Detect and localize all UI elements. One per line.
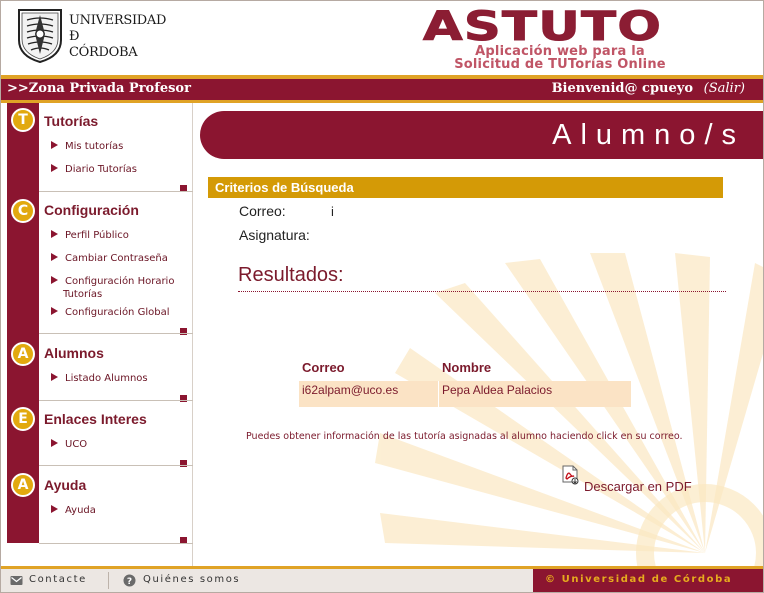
subject-criteria-label: Asignatura: [239, 227, 310, 243]
info-icon: ? [123, 574, 136, 587]
results-table: Correo Nombre i62alpam@uco.es Pepa Aldea… [299, 355, 632, 407]
sidebar-item-label: Configuración Horario [65, 276, 175, 287]
search-criteria-header: Criterios de Búsqueda [208, 177, 723, 198]
uco-logo-icon [18, 9, 62, 64]
bullet-arrow-icon [51, 439, 58, 447]
university-line3: CÓRDOBA [69, 45, 138, 60]
footer-copyright-block: © Universidad de Córdoba [533, 569, 763, 592]
university-line2: Ð [69, 29, 80, 44]
bullet-arrow-icon [51, 253, 58, 261]
download-pdf-link[interactable]: Descargar en PDF [584, 479, 692, 494]
sidebar-item-cambiar-contrasena[interactable]: Cambiar Contraseña [51, 252, 168, 265]
section-separator [39, 333, 193, 334]
tutorias-section-icon: T [11, 108, 35, 132]
sidebar-item-ayuda[interactable]: Ayuda [51, 504, 96, 517]
bullet-arrow-icon [51, 230, 58, 238]
about-link[interactable]: Quiénes somos [143, 574, 240, 585]
results-title: Resultados: [238, 264, 344, 286]
sidebar-item-listado-alumnos[interactable]: Listado Alumnos [51, 372, 148, 385]
university-line1: UNIVERSIDAD [69, 13, 167, 28]
page: UNIVERSIDAD Ð CÓRDOBA ASTUTO Aplicación … [0, 0, 764, 593]
enlaces-section-icon: E [11, 407, 35, 431]
student-name-cell: Pepa Aldea Palacios [439, 381, 632, 407]
configuracion-section-icon: C [11, 199, 35, 223]
ayuda-section-icon: A [11, 473, 35, 497]
university-name: UNIVERSIDAD Ð CÓRDOBA [69, 13, 166, 61]
sidebar-item-uco[interactable]: UCO [51, 438, 87, 451]
topbar: >>Zona Privada Profesor Bienvenid@ cpuey… [1, 79, 763, 100]
mail-icon [10, 576, 23, 585]
sidebar-section-tutorias[interactable]: Tutorías [44, 113, 98, 129]
welcome-text: Bienvenid@ cpueyo [551, 81, 693, 96]
sidebar-item-label: Ayuda [65, 505, 96, 516]
column-header-correo: Correo [302, 360, 345, 375]
sidebar-item-label: UCO [65, 439, 88, 450]
sidebar-item-perfil-publico[interactable]: Perfil Público [51, 229, 129, 242]
sidebar-item-label: Listado Alumnos [65, 373, 148, 384]
section-separator [39, 400, 193, 401]
column-header-nombre: Nombre [442, 360, 492, 375]
table-header-row: Correo Nombre [299, 355, 632, 381]
app-subtitle-line2: Solicitud de TUTorías Online [454, 57, 666, 72]
contact-link[interactable]: Contacte [29, 574, 87, 585]
sidebar-item-label: Configuración Global [65, 307, 170, 318]
bullet-arrow-icon [51, 276, 58, 284]
sidebar-item-label: Perfil Público [65, 230, 129, 241]
svg-text:?: ? [127, 577, 132, 587]
sidebar-item-configuracion-global[interactable]: Configuración Global [51, 306, 169, 319]
zone-label: >>Zona Privada Profesor [7, 81, 191, 96]
section-separator [39, 465, 193, 466]
bullet-arrow-icon [51, 141, 58, 149]
bullet-arrow-icon [51, 307, 58, 315]
sidebar-item-label: Diario Tutorías [65, 164, 137, 175]
header: UNIVERSIDAD Ð CÓRDOBA ASTUTO Aplicación … [1, 1, 763, 78]
footer: Contacte ? Quiénes somos © Universidad d… [1, 569, 763, 592]
sidebar-item-label-continuation: Tutorías [63, 289, 103, 300]
sidebar-item-mis-tutorias[interactable]: Mis tutorías [51, 140, 123, 153]
sidebar-item-label: Mis tutorías [65, 141, 124, 152]
logout-link[interactable]: (Salir) [704, 81, 745, 96]
sidebar-section-ayuda[interactable]: Ayuda [44, 477, 86, 493]
copyright-text: © Universidad de Córdoba [545, 574, 733, 585]
sidebar-item-diario-tutorias[interactable]: Diario Tutorías [51, 163, 137, 176]
email-criteria-label: Correo: [239, 203, 286, 219]
info-message: Puedes obtener información de las tutorí… [246, 431, 683, 442]
page-title-banner: Alumno/s [200, 111, 763, 159]
page-title: Alumno/s [552, 119, 745, 151]
sidebar: T Tutorías Mis tutorías Diario Tutorías … [1, 103, 195, 566]
sidebar-item-label: Cambiar Contraseña [65, 253, 168, 264]
section-separator [39, 543, 193, 544]
sidebar-section-enlaces[interactable]: Enlaces Interes [44, 411, 147, 427]
sidebar-divider [192, 103, 193, 566]
results-divider [238, 291, 726, 292]
student-email-link[interactable]: i62alpam@uco.es [299, 381, 439, 407]
footer-divider [108, 572, 109, 589]
search-criteria-title: Criterios de Búsqueda [215, 180, 354, 195]
sidebar-section-alumnos[interactable]: Alumnos [44, 345, 104, 361]
main-content: Alumno/s Criterios de Búsqueda Correo: i… [195, 103, 763, 566]
background-sunburst-watermark [375, 253, 763, 566]
bullet-arrow-icon [51, 373, 58, 381]
app-subtitle: Aplicación web para la Solicitud de TUTo… [405, 45, 715, 71]
sidebar-section-configuracion[interactable]: Configuración [44, 202, 139, 218]
table-row: i62alpam@uco.es Pepa Aldea Palacios [299, 381, 632, 407]
alumnos-section-icon: A [11, 342, 35, 366]
bullet-arrow-icon [51, 505, 58, 513]
app-title: ASTUTO [422, 4, 663, 50]
email-criteria-value: i [331, 204, 334, 219]
sidebar-item-configuracion-horario[interactable]: Configuración Horario Tutorías [51, 275, 174, 301]
bullet-arrow-icon [51, 164, 58, 172]
pdf-icon[interactable] [562, 465, 579, 485]
section-separator [39, 191, 193, 192]
